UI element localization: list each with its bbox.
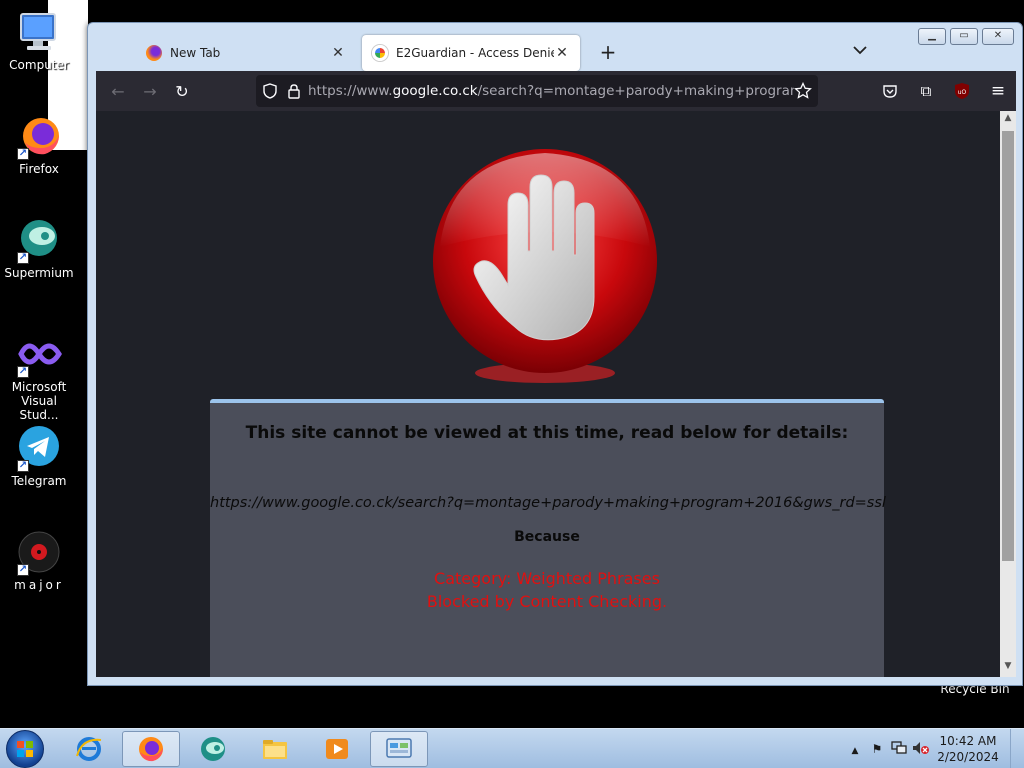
desktop-icon-major[interactable]: ↗ major xyxy=(0,528,78,592)
taskbar-internet-explorer[interactable] xyxy=(60,731,118,767)
tab-new-tab[interactable]: New Tab ✕ xyxy=(136,35,356,71)
url-host: google.co.ck xyxy=(392,83,478,99)
pocket-button[interactable] xyxy=(874,75,906,107)
shield-icon xyxy=(263,83,277,99)
close-tab-icon[interactable]: ✕ xyxy=(330,45,346,61)
desktop-icon-visual-studio[interactable]: ↗ Microsoft Visual Stud... xyxy=(0,330,78,422)
lock-icon xyxy=(288,84,300,99)
pocket-icon xyxy=(883,85,897,98)
telegram-icon: ↗ xyxy=(15,424,63,472)
desktop-icon-label: Microsoft Visual Stud... xyxy=(11,380,67,422)
action-center-flag-icon[interactable]: ⚑ xyxy=(866,742,888,756)
menu-button[interactable]: ≡ xyxy=(982,75,1014,107)
desktop-icon-label: Computer xyxy=(9,58,69,72)
firefox-icon xyxy=(139,737,163,762)
block-reason: Blocked by Content Checking. xyxy=(426,592,668,611)
visual-studio-icon: ↗ xyxy=(15,330,63,378)
new-tab-button[interactable]: + xyxy=(596,41,620,65)
supermium-icon: ↗ xyxy=(15,216,63,264)
url-text: https://www.google.co.ck/search?q=montag… xyxy=(308,83,794,99)
taskbar-media-player[interactable] xyxy=(308,731,366,767)
block-notice-box: This site cannot be viewed at this time,… xyxy=(210,399,886,677)
desktop-icon-label: Firefox xyxy=(19,162,59,176)
shortcut-arrow-icon: ↗ xyxy=(17,460,29,472)
ublock-button[interactable]: uO xyxy=(946,75,978,107)
taskbar-firefox[interactable] xyxy=(122,731,180,767)
scroll-down-icon[interactable]: ▼ xyxy=(1000,661,1016,675)
network-computer-icon xyxy=(891,740,907,754)
supermium-icon xyxy=(201,737,225,761)
tab-label: E2Guardian - Access Denied xyxy=(396,46,554,60)
chevron-down-icon xyxy=(853,46,867,55)
system-tray: ▲ ⚑ 10:42 AM 2/20/2024 xyxy=(844,729,1024,768)
url-path: /search?q=montage+parody+making+program+… xyxy=(477,83,794,99)
reload-button[interactable]: ↻ xyxy=(166,75,198,107)
shortcut-arrow-icon: ↗ xyxy=(17,366,29,378)
svg-text:uO: uO xyxy=(958,89,967,96)
toolbar-right: ⧉ uO ≡ xyxy=(874,75,1014,107)
show-hidden-icons-button[interactable]: ▲ xyxy=(844,742,866,756)
reload-icon: ↻ xyxy=(175,81,189,101)
tab-label: New Tab xyxy=(170,46,221,60)
forward-button[interactable]: → xyxy=(134,75,166,107)
computer-icon xyxy=(15,8,63,56)
tab-access-denied[interactable]: E2Guardian - Access Denied ✕ xyxy=(362,35,580,71)
desktop-icon-telegram[interactable]: ↗ Telegram xyxy=(0,424,78,488)
block-category: Category: Weighted Phrases xyxy=(434,569,660,588)
puzzle-icon: ⧉ xyxy=(920,82,932,100)
shortcut-arrow-icon: ↗ xyxy=(17,564,29,576)
shortcut-arrow-icon: ↗ xyxy=(17,252,29,264)
address-bar[interactable]: https://www.google.co.ck/search?q=montag… xyxy=(256,75,818,107)
speaker-muted-icon xyxy=(913,741,929,754)
hamburger-menu-icon: ≡ xyxy=(990,81,1006,101)
navigation-toolbar: ← → ↻ https://www.google.co.ck/search?q=… xyxy=(96,71,1016,111)
chevron-up-icon: ▲ xyxy=(851,746,859,756)
desktop-icon-label: major xyxy=(14,578,64,592)
extensions-button[interactable]: ⧉ xyxy=(910,75,942,107)
media-player-icon xyxy=(326,739,348,759)
windows-logo-icon xyxy=(17,741,33,757)
firefox-icon: ↗ xyxy=(15,112,63,160)
firefox-icon xyxy=(146,45,162,61)
volume-muted-icon[interactable] xyxy=(910,741,932,758)
taskbar-control-panel[interactable] xyxy=(370,731,428,767)
internet-explorer-icon xyxy=(76,737,102,761)
desktop-icon-computer[interactable]: Computer xyxy=(0,8,78,72)
scroll-up-icon[interactable]: ▲ xyxy=(1000,113,1016,127)
network-icon[interactable] xyxy=(888,740,910,758)
desktop-icon-label: Telegram xyxy=(11,474,67,488)
list-all-tabs-button[interactable] xyxy=(848,43,872,67)
clock-time: 10:42 AM xyxy=(939,734,997,748)
desktop-icon-label: Supermium xyxy=(4,266,74,280)
shortcut-arrow-icon: ↗ xyxy=(17,148,29,160)
google-icon xyxy=(372,45,388,61)
vinyl-record-icon: ↗ xyxy=(15,528,63,576)
control-panel-icon xyxy=(386,738,412,758)
block-notice-title: This site cannot be viewed at this time,… xyxy=(245,423,849,443)
show-desktop-button[interactable] xyxy=(1010,729,1024,768)
desktop-icon-supermium[interactable]: ↗ Supermium xyxy=(0,216,78,280)
back-button[interactable]: ← xyxy=(102,75,134,107)
system-clock[interactable]: 10:42 AM 2/20/2024 xyxy=(932,733,1004,765)
arrow-left-icon: ← xyxy=(111,81,125,101)
because-label: Because xyxy=(514,529,580,545)
blocked-url: https://www.google.co.ck/search?q=montag… xyxy=(210,495,886,511)
start-button[interactable] xyxy=(6,730,44,768)
taskbar-file-explorer[interactable] xyxy=(246,731,304,767)
page-scrollbar[interactable]: ▲ ▼ xyxy=(1000,111,1016,677)
desktop-icon-firefox[interactable]: ↗ Firefox xyxy=(0,112,78,176)
browser-window: ▁ ▭ ✕ New Tab ✕ E2Guardian - Access Deni… xyxy=(87,22,1023,686)
taskbar: ▲ ⚑ 10:42 AM 2/20/2024 xyxy=(0,728,1024,768)
page-content: This site cannot be viewed at this time,… xyxy=(96,111,1016,677)
bookmark-star-icon[interactable] xyxy=(794,82,812,100)
file-explorer-icon xyxy=(263,740,287,759)
arrow-right-icon: → xyxy=(143,81,157,101)
clock-date: 2/20/2024 xyxy=(937,750,999,764)
stop-hand-icon xyxy=(433,149,657,383)
close-tab-icon[interactable]: ✕ xyxy=(554,45,570,61)
url-prefix: https://www. xyxy=(308,83,393,99)
taskbar-supermium[interactable] xyxy=(184,731,242,767)
ublock-origin-icon: uO xyxy=(955,83,969,99)
scrollbar-thumb[interactable] xyxy=(1002,131,1014,561)
